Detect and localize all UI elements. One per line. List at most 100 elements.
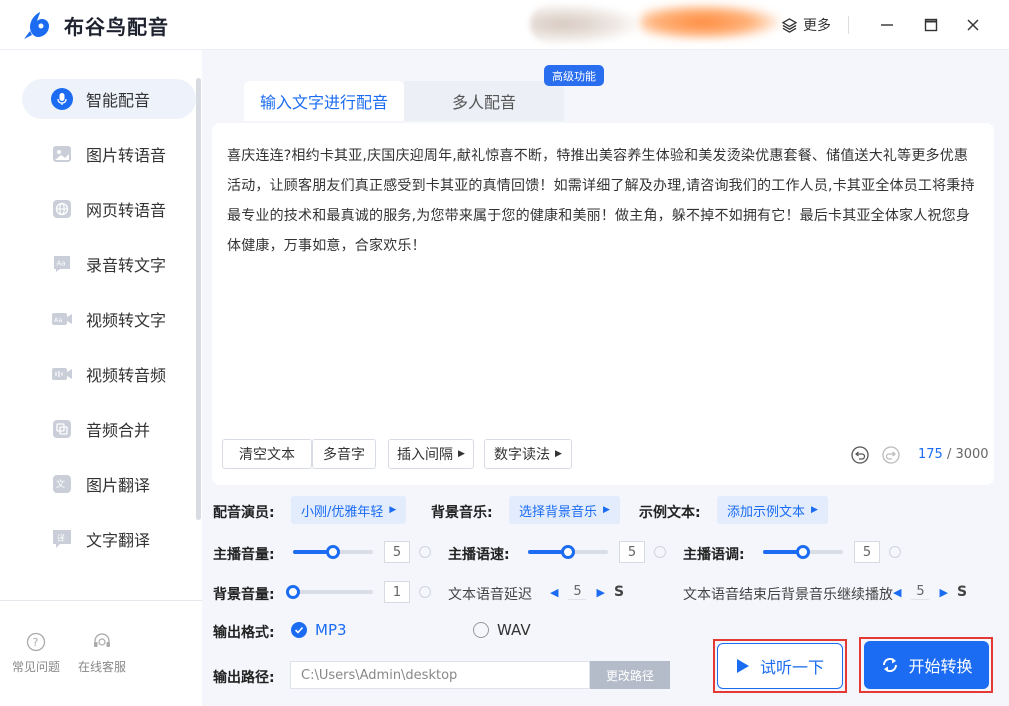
translate-image-icon: 文 xyxy=(50,472,74,496)
faq-link[interactable]: ? 常见问题 xyxy=(6,632,66,675)
clear-text-button[interactable]: 清空文本 xyxy=(222,439,312,469)
question-icon: ? xyxy=(26,632,46,652)
format-option-mp3[interactable]: MP3 xyxy=(291,621,347,639)
layers-icon xyxy=(782,17,797,33)
pitch-reset-icon[interactable] xyxy=(889,546,901,558)
try-listen-button[interactable]: 试听一下 xyxy=(717,643,843,689)
pro-feature-badge: 高级功能 xyxy=(544,65,604,86)
number-reading-button[interactable]: 数字读法 ▶ xyxy=(484,439,572,469)
slider-knob[interactable] xyxy=(286,585,300,599)
sidebar-item-video-to-text[interactable]: Aa 视频转文字 xyxy=(22,299,196,339)
sidebar-item-audio-merge[interactable]: 音频合并 xyxy=(22,409,196,449)
maximize-button[interactable] xyxy=(920,14,942,36)
decrease-arrow-icon[interactable]: ◀ xyxy=(893,586,901,599)
sample-select[interactable]: 添加示例文本 ▶ xyxy=(717,496,828,524)
bird-logo-icon xyxy=(24,12,49,39)
slider-knob[interactable] xyxy=(326,545,340,559)
mic-icon xyxy=(50,87,74,111)
slider-knob[interactable] xyxy=(561,545,575,559)
close-button[interactable] xyxy=(962,14,984,36)
change-path-button[interactable]: 更改路径 xyxy=(590,661,670,689)
sidebar-item-label: 视频转音频 xyxy=(86,366,167,385)
more-menu[interactable]: 更多 xyxy=(782,15,831,35)
sidebar-item-label: 视频转文字 xyxy=(86,311,167,330)
delay-label: 文本语音延迟 xyxy=(448,587,532,603)
radio-unchecked-icon xyxy=(473,622,489,638)
volume-reset-icon[interactable] xyxy=(419,546,431,558)
minimize-icon xyxy=(881,24,893,26)
caret-right-icon: ▶ xyxy=(603,505,610,515)
sidebar-item-video-to-audio[interactable]: 视频转音频 xyxy=(22,354,196,394)
online-service-link[interactable]: 在线客服 xyxy=(72,632,132,675)
bgm-after-label: 文本语音结束后背景音乐继续播放 xyxy=(683,587,893,603)
bg-volume-slider[interactable] xyxy=(286,585,373,599)
user-avatar[interactable] xyxy=(530,4,640,44)
sidebar-item-label: 文字翻译 xyxy=(86,531,151,550)
maximize-icon xyxy=(924,18,938,32)
bg-volume-reset-icon[interactable] xyxy=(419,586,431,598)
bg-volume-label: 背景音量: xyxy=(213,587,275,603)
increase-arrow-icon[interactable]: ▶ xyxy=(939,586,947,599)
volume-slider[interactable] xyxy=(293,545,373,559)
insert-pause-button[interactable]: 插入间隔 ▶ xyxy=(388,439,474,469)
voice-select[interactable]: 小刚/优雅年轻 ▶ xyxy=(291,496,407,524)
tab-text-dubbing[interactable]: 输入文字进行配音 xyxy=(244,81,404,121)
sidebar-divider xyxy=(0,600,202,601)
clear-text-label: 清空文本 xyxy=(239,447,295,463)
sidebar-item-recording-to-text[interactable]: Aa 录音转文字 xyxy=(22,244,196,284)
format-option-wav[interactable]: WAV xyxy=(473,621,531,639)
translate-text-icon: 译 xyxy=(50,527,74,551)
sidebar-item-label: 智能配音 xyxy=(86,91,151,110)
sidebar-item-smart-dubbing[interactable]: 智能配音 xyxy=(22,79,196,119)
speed-value[interactable]: 5 xyxy=(619,541,645,563)
sidebar-item-label: 图片翻译 xyxy=(86,476,151,495)
decrease-arrow-icon[interactable]: ◀ xyxy=(550,586,558,599)
polyphone-button[interactable]: 多音字 xyxy=(312,439,376,469)
minimize-button[interactable] xyxy=(876,14,898,36)
svg-text:Aa: Aa xyxy=(54,316,62,324)
start-convert-button[interactable]: 开始转换 xyxy=(864,641,989,689)
caret-right-icon: ▶ xyxy=(389,505,397,515)
polyphone-label: 多音字 xyxy=(323,447,365,463)
bgm-after-value[interactable]: 5 xyxy=(911,584,930,600)
sample-label: 示例文本: xyxy=(639,505,701,521)
sidebar-scrollbar[interactable] xyxy=(196,78,201,520)
sidebar-item-image-to-speech[interactable]: 图片转语音 xyxy=(22,134,196,174)
image-icon xyxy=(50,142,74,166)
vip-badge[interactable] xyxy=(640,4,780,40)
delay-stepper[interactable]: ◀ 5 ▶ xyxy=(550,584,605,600)
pitch-slider[interactable] xyxy=(763,545,843,559)
headset-icon xyxy=(94,633,110,647)
redo-icon[interactable] xyxy=(882,446,900,464)
sidebar-item-text-translate[interactable]: 译 文字翻译 xyxy=(22,519,196,559)
speed-reset-icon[interactable] xyxy=(654,546,666,558)
bg-volume-value[interactable]: 1 xyxy=(384,581,410,603)
bgm-select[interactable]: 选择背景音乐 ▶ xyxy=(509,496,620,524)
text-editor[interactable]: 喜庆连连?相约卡其亚,庆国庆迎周年,献礼惊喜不断，特推出美容养生体验和美发烫染优… xyxy=(212,123,994,485)
sidebar-item-web-to-speech[interactable]: 网页转语音 xyxy=(22,189,196,229)
speed-slider[interactable] xyxy=(528,545,608,559)
volume-value[interactable]: 5 xyxy=(384,541,410,563)
voice-label: 配音演员: xyxy=(213,505,275,521)
editor-text[interactable]: 喜庆连连?相约卡其亚,庆国庆迎周年,献礼惊喜不断，特推出美容养生体验和美发烫染优… xyxy=(227,141,979,261)
slider-knob[interactable] xyxy=(796,545,810,559)
delay-value[interactable]: 5 xyxy=(568,584,587,600)
speed-label: 主播语速: xyxy=(448,547,510,563)
increase-arrow-icon[interactable]: ▶ xyxy=(596,586,604,599)
play-icon xyxy=(736,659,749,673)
close-icon xyxy=(967,19,979,31)
app-title: 布谷鸟配音 xyxy=(64,15,169,39)
try-listen-label: 试听一下 xyxy=(759,658,824,677)
text-bubble-icon: Aa xyxy=(50,252,74,276)
format-wav-label: WAV xyxy=(497,621,531,639)
radio-checked-icon xyxy=(291,622,307,638)
undo-icon[interactable] xyxy=(851,446,869,464)
pitch-value[interactable]: 5 xyxy=(854,541,880,563)
bgm-after-stepper[interactable]: ◀ 5 ▶ xyxy=(893,584,948,600)
sidebar-item-label: 录音转文字 xyxy=(86,256,167,275)
caret-right-icon: ▶ xyxy=(811,505,818,515)
tab-multi-speaker[interactable]: 多人配音 xyxy=(404,81,564,121)
number-reading-label: 数字读法 xyxy=(494,447,551,463)
sidebar-item-image-translate[interactable]: 文 图片翻译 xyxy=(22,464,196,504)
output-path-input[interactable]: C:\Users\Admin\desktop xyxy=(290,661,590,689)
